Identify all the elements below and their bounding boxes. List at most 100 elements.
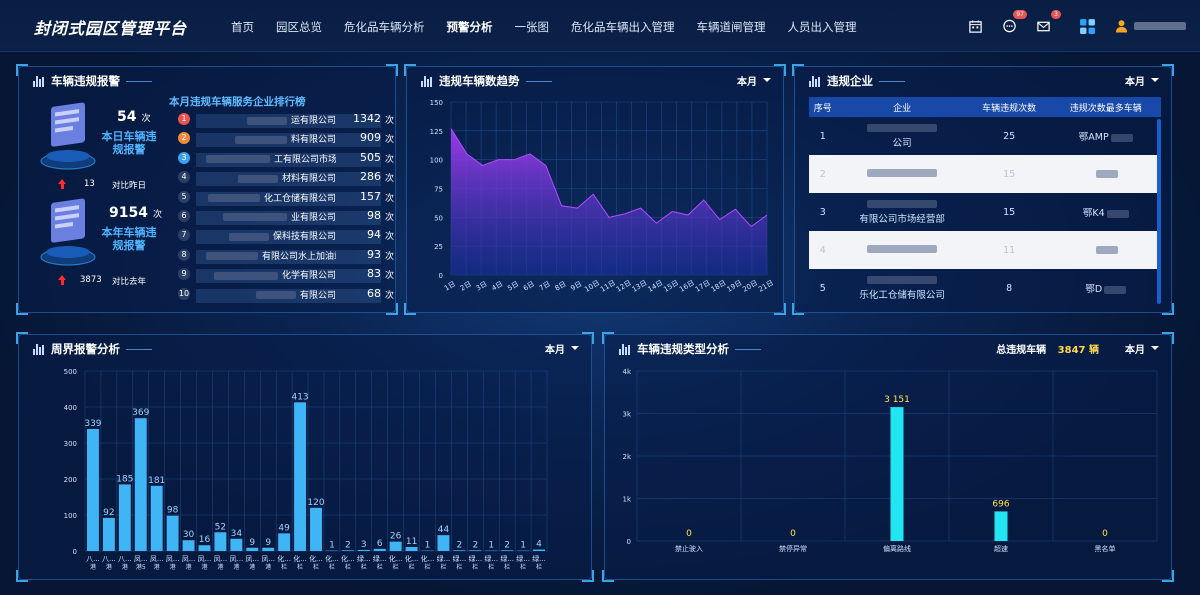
y-tick-label: 75 — [434, 186, 443, 194]
x-tick-label: 凤... — [230, 555, 244, 563]
rank-number-badge: 8 — [178, 248, 190, 261]
table-header-cell[interactable]: 车辆违规次数 — [967, 97, 1051, 117]
x-tick-label: 化... — [325, 554, 339, 563]
rank-row: 7 保科技有限公司 94 次 — [176, 227, 398, 246]
today-compare-value: 13 — [84, 179, 95, 189]
period-dropdown[interactable]: 本月 — [1125, 341, 1159, 356]
table-cell-count: 25 — [1003, 130, 1016, 142]
bar-value-label: 44 — [438, 525, 450, 535]
username-redacted[interactable] — [1134, 22, 1186, 30]
x-tick-label: 凤... — [134, 555, 148, 563]
today-count: 54 次 — [117, 109, 151, 125]
y-tick-label: 25 — [434, 243, 443, 251]
table-cell-no: 5 — [819, 282, 826, 294]
rank-count: 909 — [360, 131, 381, 145]
nav-barrier-gate[interactable]: 车辆道闸管理 — [686, 0, 777, 52]
x-tick-label: 2日 — [459, 280, 473, 293]
bar-value-label: 2 — [345, 540, 351, 550]
table-row[interactable]: 2 15 — [809, 155, 1161, 193]
table-scrollbar[interactable] — [1157, 119, 1161, 304]
top-bar: 封闭式园区管理平台 首页 园区总览 危化品车辆分析 预警分析 一张图 危化品车辆… — [0, 0, 1200, 52]
table-cell-plate — [1050, 155, 1161, 193]
bar-value-label: 1 — [425, 541, 431, 551]
y-tick-label: 400 — [64, 404, 77, 412]
user-avatar-icon[interactable] — [1114, 15, 1128, 37]
bar-value-label: 696 — [992, 499, 1009, 509]
y-tick-label: 200 — [64, 476, 77, 484]
bar-value-label: 9 — [265, 538, 271, 548]
x-tick-label: 绿... — [468, 554, 482, 563]
nav-hazmat-analysis[interactable]: 危化品车辆分析 — [333, 0, 436, 52]
period-dropdown[interactable]: 本月 — [1125, 73, 1159, 88]
rank-row: 6 业有限公司 98 次 — [176, 208, 398, 227]
y-tick-label: 2k — [622, 453, 631, 461]
nav-home[interactable]: 首页 — [220, 0, 265, 52]
table-cell-plate: 鄂AMP — [1051, 117, 1161, 155]
x-tick-label: 栏 — [472, 563, 478, 571]
x-tick-label: 栏 — [520, 563, 526, 571]
bar — [453, 550, 466, 551]
rank-count: 98 — [367, 208, 381, 222]
bar — [533, 549, 545, 551]
bar — [118, 484, 131, 551]
calendar-icon[interactable] — [964, 15, 986, 37]
y-tick-label: 0 — [73, 548, 77, 556]
x-tick-label: 凤... — [245, 555, 259, 563]
rank-row: 1 运有限公司 1342 次 — [176, 111, 398, 130]
nav-alert-analysis[interactable]: 预警分析 — [436, 0, 504, 52]
x-tick-label: 化... — [293, 554, 307, 563]
x-tick-label: 21日 — [757, 279, 775, 294]
nav-hazmat-access[interactable]: 危化品车辆出入管理 — [560, 0, 686, 52]
table-row[interactable]: 3 有限公司市场经营部 15 鄂K4 — [809, 193, 1161, 231]
table-header-cell[interactable]: 企业 — [836, 97, 968, 117]
violation-type-bar-chart: 0 1k 2k 3k 4k 0 禁止驶入 0 禁停异常 3 151 偏离路线 696 超速 0 黑名单 — [622, 368, 1158, 553]
bar-value-label: 181 — [148, 476, 165, 486]
nav-one-map[interactable]: 一张图 — [504, 0, 561, 52]
rank-row: 10 有限公司 68 次 — [176, 286, 398, 305]
table-cell-company: 公司 — [837, 117, 968, 155]
x-tick-label: 6日 — [522, 280, 536, 293]
bar-value-label: 2 — [457, 540, 463, 550]
table-cell-no: 2 — [809, 155, 837, 193]
nav-park-overview[interactable]: 园区总览 — [265, 0, 333, 52]
bar-value-label: 16 — [199, 535, 211, 545]
apps-icon[interactable] — [1076, 15, 1098, 37]
y-tick-label: 100 — [64, 512, 77, 520]
table-cell-no: 4 — [809, 231, 837, 269]
x-tick-label: 栏 — [536, 563, 542, 571]
y-tick-label: 125 — [430, 128, 443, 136]
x-tick-label: 栏 — [361, 563, 367, 571]
rank-title: 本月违规车辆服务企业排行榜 — [169, 96, 306, 108]
period-dropdown[interactable]: 本月 — [737, 73, 771, 88]
x-tick-label: 化... — [309, 554, 323, 563]
bar-value-label: 1 — [520, 541, 526, 551]
x-tick-label: 化... — [405, 554, 419, 563]
x-tick-label: 化... — [421, 554, 435, 563]
bar — [437, 535, 450, 551]
today-compare-label: 对比昨日 — [112, 181, 147, 191]
mail-icon[interactable]: 3 — [1032, 10, 1061, 37]
table-row[interactable]: 1 公司 25 鄂AMP — [809, 117, 1161, 155]
table-header-cell[interactable]: 违规次数最多车辆 — [1050, 97, 1161, 117]
rank-unit: 次 — [385, 271, 395, 282]
x-tick-label: 绿... — [437, 554, 451, 563]
x-tick-label: 凤... — [214, 555, 228, 563]
rank-count: 83 — [367, 267, 381, 281]
table-cell-count: 15 — [967, 155, 1051, 193]
bar-value-label: 49 — [278, 523, 290, 533]
x-tick-label: 港 — [201, 563, 207, 571]
x-tick-label: 栏 — [409, 563, 415, 571]
nav-personnel-access[interactable]: 人员出入管理 — [777, 0, 868, 52]
table-header-cell[interactable]: 序号 — [809, 97, 837, 117]
table-row[interactable]: 5 乐化工仓储有限公司 8 鄂D — [809, 269, 1161, 307]
table-row[interactable]: 4 11 — [809, 231, 1161, 269]
y-tick-label: 0 — [627, 538, 631, 546]
rank-count: 157 — [360, 189, 381, 203]
message-icon[interactable]: 97 — [998, 10, 1027, 37]
panel-title: 违规企业 — [809, 73, 905, 89]
panel-violation-alarm: 车辆违规报警 54 次 本日车辆违规报警 13 对比昨日 9154 次 本年车辆违规… — [16, 64, 398, 315]
server-illustration-today — [40, 102, 96, 170]
period-dropdown[interactable]: 本月 — [545, 341, 579, 356]
x-tick-label: 1日 — [443, 280, 457, 293]
bar-value-label: 0 — [790, 529, 796, 539]
